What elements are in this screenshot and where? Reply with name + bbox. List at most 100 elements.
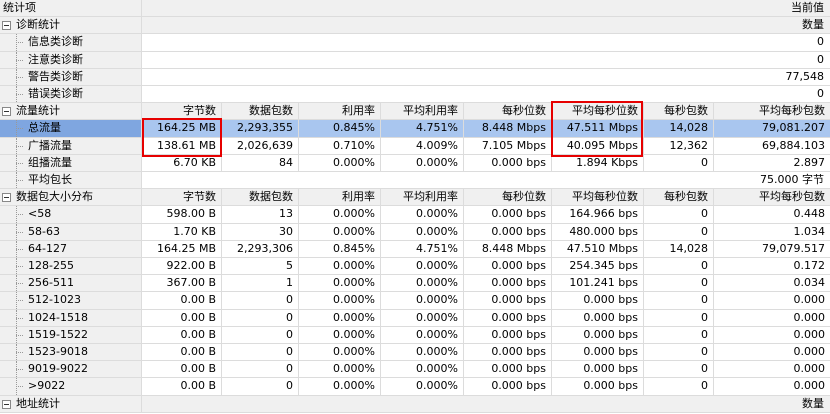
value-cell: 0.000 bps xyxy=(464,344,552,361)
value-cell: 84 xyxy=(222,154,299,171)
size-row[interactable]: 58-63 1.70 KB 30 0.000% 0.000% 0.000 bps 480.0… xyxy=(0,223,830,241)
row-label: 128-255 xyxy=(0,258,142,275)
value-cell: 0.000% xyxy=(381,361,464,378)
row-label: 广播流量 xyxy=(0,137,142,154)
tree-line xyxy=(16,76,23,78)
size-row[interactable]: 256-511 367.00 B 1 0.000% 0.000% 0.000 bps 101… xyxy=(0,275,830,293)
tree-line xyxy=(16,386,23,388)
collapse-icon[interactable] xyxy=(2,193,11,203)
value-cell: 0.00 B xyxy=(142,378,222,395)
value-cell: 0.000 bps xyxy=(552,326,644,343)
value-cell: 12,362 xyxy=(644,137,714,154)
value-cell: 101.241 bps xyxy=(552,275,644,292)
row-label: <58 xyxy=(0,206,142,223)
size-row[interactable]: 512-1023 0.00 B 0 0.000% 0.000% 0.000 bps 0.00… xyxy=(0,292,830,310)
value-cell: 14,028 xyxy=(644,120,714,137)
value-cell: 138.61 MB xyxy=(142,137,222,154)
value-cell: 1.894 Kbps xyxy=(552,154,644,171)
value-cell: 字节数 xyxy=(142,189,222,206)
value-cell: 平均每秒包数 xyxy=(759,190,825,204)
value-cell: 0.000 bps xyxy=(464,206,552,223)
value-cell: 数量 xyxy=(802,18,824,32)
value-cell: 0.000 xyxy=(793,345,826,358)
value-cell: 0.000% xyxy=(299,154,381,171)
value-cell: 2.897 xyxy=(793,155,826,169)
diag-row[interactable]: 信息类诊断 0 xyxy=(0,34,830,52)
value-cell: 利用率 xyxy=(299,189,381,206)
row-label: 组播流量 xyxy=(0,154,142,171)
value-cell: 4.751% xyxy=(381,240,464,257)
value-cell: 0 xyxy=(222,378,299,395)
size-row[interactable]: 1519-1522 0.00 B 0 0.000% 0.000% 0.000 bps 0.0… xyxy=(0,326,830,344)
value-cell: 0.000% xyxy=(299,206,381,223)
value-cell: 0.000% xyxy=(299,292,381,309)
section-traffic[interactable]: 流量统计 字节数 数据包数 利用率 平均利用率 每秒位数 平均每秒位数 每秒包数 平均每秒包数 xyxy=(0,103,830,121)
size-row[interactable]: 128-255 922.00 B 5 0.000% 0.000% 0.000 bps 254… xyxy=(0,258,830,276)
value-cell: 数量 xyxy=(802,396,824,410)
row-label-text: 256-511 xyxy=(28,276,74,290)
section-address[interactable]: 地址统计 数量 xyxy=(0,395,830,413)
size-row[interactable]: <58 598.00 B 13 0.000% 0.000% 0.000 bps 164.96… xyxy=(0,206,830,224)
value-cell: 0 xyxy=(644,378,714,395)
traffic-row[interactable]: 广播流量 138.61 MB 2,026,639 0.710% 4.009% 7.105 … xyxy=(0,137,830,155)
row-label: 流量统计 xyxy=(0,103,142,120)
value-cell: 每秒包数 xyxy=(644,189,714,206)
value-cell: 0.000 bps xyxy=(552,292,644,309)
value-cell: 69,884.103 xyxy=(762,138,825,152)
value-cell: 0.172 xyxy=(793,259,826,272)
row-label: 64-127 xyxy=(0,240,142,257)
value-cell: 0.000% xyxy=(381,258,464,275)
value-cell: 0.448 xyxy=(793,207,826,221)
value-cell: 0.000 xyxy=(793,362,826,376)
traffic-row[interactable]: 总流量 164.25 MB 2,293,355 0.845% 4.751% 8.448 M… xyxy=(0,120,830,138)
value-cell: 367.00 B xyxy=(142,275,222,292)
value-cell: 79,079.517 xyxy=(762,241,825,255)
collapse-icon[interactable] xyxy=(2,399,11,409)
value-cell: 0.000% xyxy=(381,344,464,361)
value-cell: 1 xyxy=(222,275,299,292)
value-cell: 0 xyxy=(644,292,714,309)
value-cell: 0.000 bps xyxy=(464,154,552,171)
value-cell: 0.000 xyxy=(793,310,826,324)
value-cell: 2,293,306 xyxy=(222,240,299,257)
value-cell: 13 xyxy=(222,206,299,223)
value-cell: 0.000% xyxy=(299,378,381,395)
row-label: 数据包大小分布 xyxy=(0,189,142,206)
value-cell: 0.034 xyxy=(793,276,826,290)
value-cell: 1.034 xyxy=(793,224,826,238)
row-label-text: 组播流量 xyxy=(28,155,72,169)
size-row[interactable]: 1523-9018 0.00 B 0 0.000% 0.000% 0.000 bps 0.0… xyxy=(0,344,830,362)
tree-line xyxy=(16,334,23,336)
collapse-icon[interactable] xyxy=(2,107,11,117)
row-label: 错误类诊断 xyxy=(0,86,142,103)
value-cell: 平均利用率 xyxy=(381,189,464,206)
section-diagnostics[interactable]: 诊断统计 数量 xyxy=(0,17,830,35)
value-cell: 164.25 MB xyxy=(142,240,222,257)
value-cell: 922.00 B xyxy=(142,258,222,275)
size-row[interactable]: 64-127 164.25 MB 2,293,306 0.845% 4.751% 8.44… xyxy=(0,240,830,258)
value-cell: 0 xyxy=(644,275,714,292)
size-row[interactable]: >9022 0.00 B 0 0.000% 0.000% 0.000 bps 0.000 b… xyxy=(0,378,830,396)
row-label-text: 地址统计 xyxy=(16,396,60,410)
tree-line xyxy=(16,162,23,164)
value-cell: 0 xyxy=(222,344,299,361)
size-row[interactable]: 1024-1518 0.00 B 0 0.000% 0.000% 0.000 bps 0.0… xyxy=(0,309,830,327)
collapse-icon[interactable] xyxy=(2,21,11,31)
value-cell: 30 xyxy=(222,223,299,240)
diag-row[interactable]: 注意类诊断 0 xyxy=(0,51,830,69)
diag-row[interactable]: 错误类诊断 0 xyxy=(0,86,830,104)
column-header: 统计项 当前值 xyxy=(0,0,830,18)
section-size-distribution[interactable]: 数据包大小分布 字节数 数据包数 利用率 平均利用率 每秒位数 平均每秒位数 每秒包数 平均每秒… xyxy=(0,189,830,207)
traffic-row[interactable]: 组播流量 6.70 KB 84 0.000% 0.000% 0.000 bps 1.894 … xyxy=(0,154,830,172)
value-cell: 0 xyxy=(222,292,299,309)
avg-length-row[interactable]: 平均包长 75.000 字节 xyxy=(0,172,830,190)
row-label: 1519-1522 xyxy=(0,326,142,343)
diag-row[interactable]: 警告类诊断 77,548 xyxy=(0,68,830,86)
value-cell: 0 xyxy=(644,206,714,223)
row-label: 平均包长 xyxy=(0,172,142,189)
size-row[interactable]: 9019-9022 0.00 B 0 0.000% 0.000% 0.000 bps 0.0… xyxy=(0,361,830,379)
value-cell: 0.000 bps xyxy=(464,309,552,326)
value-cell: 1.70 KB xyxy=(142,223,222,240)
value-cell: 0.000 xyxy=(793,327,826,341)
value-cell: 598.00 B xyxy=(142,206,222,223)
